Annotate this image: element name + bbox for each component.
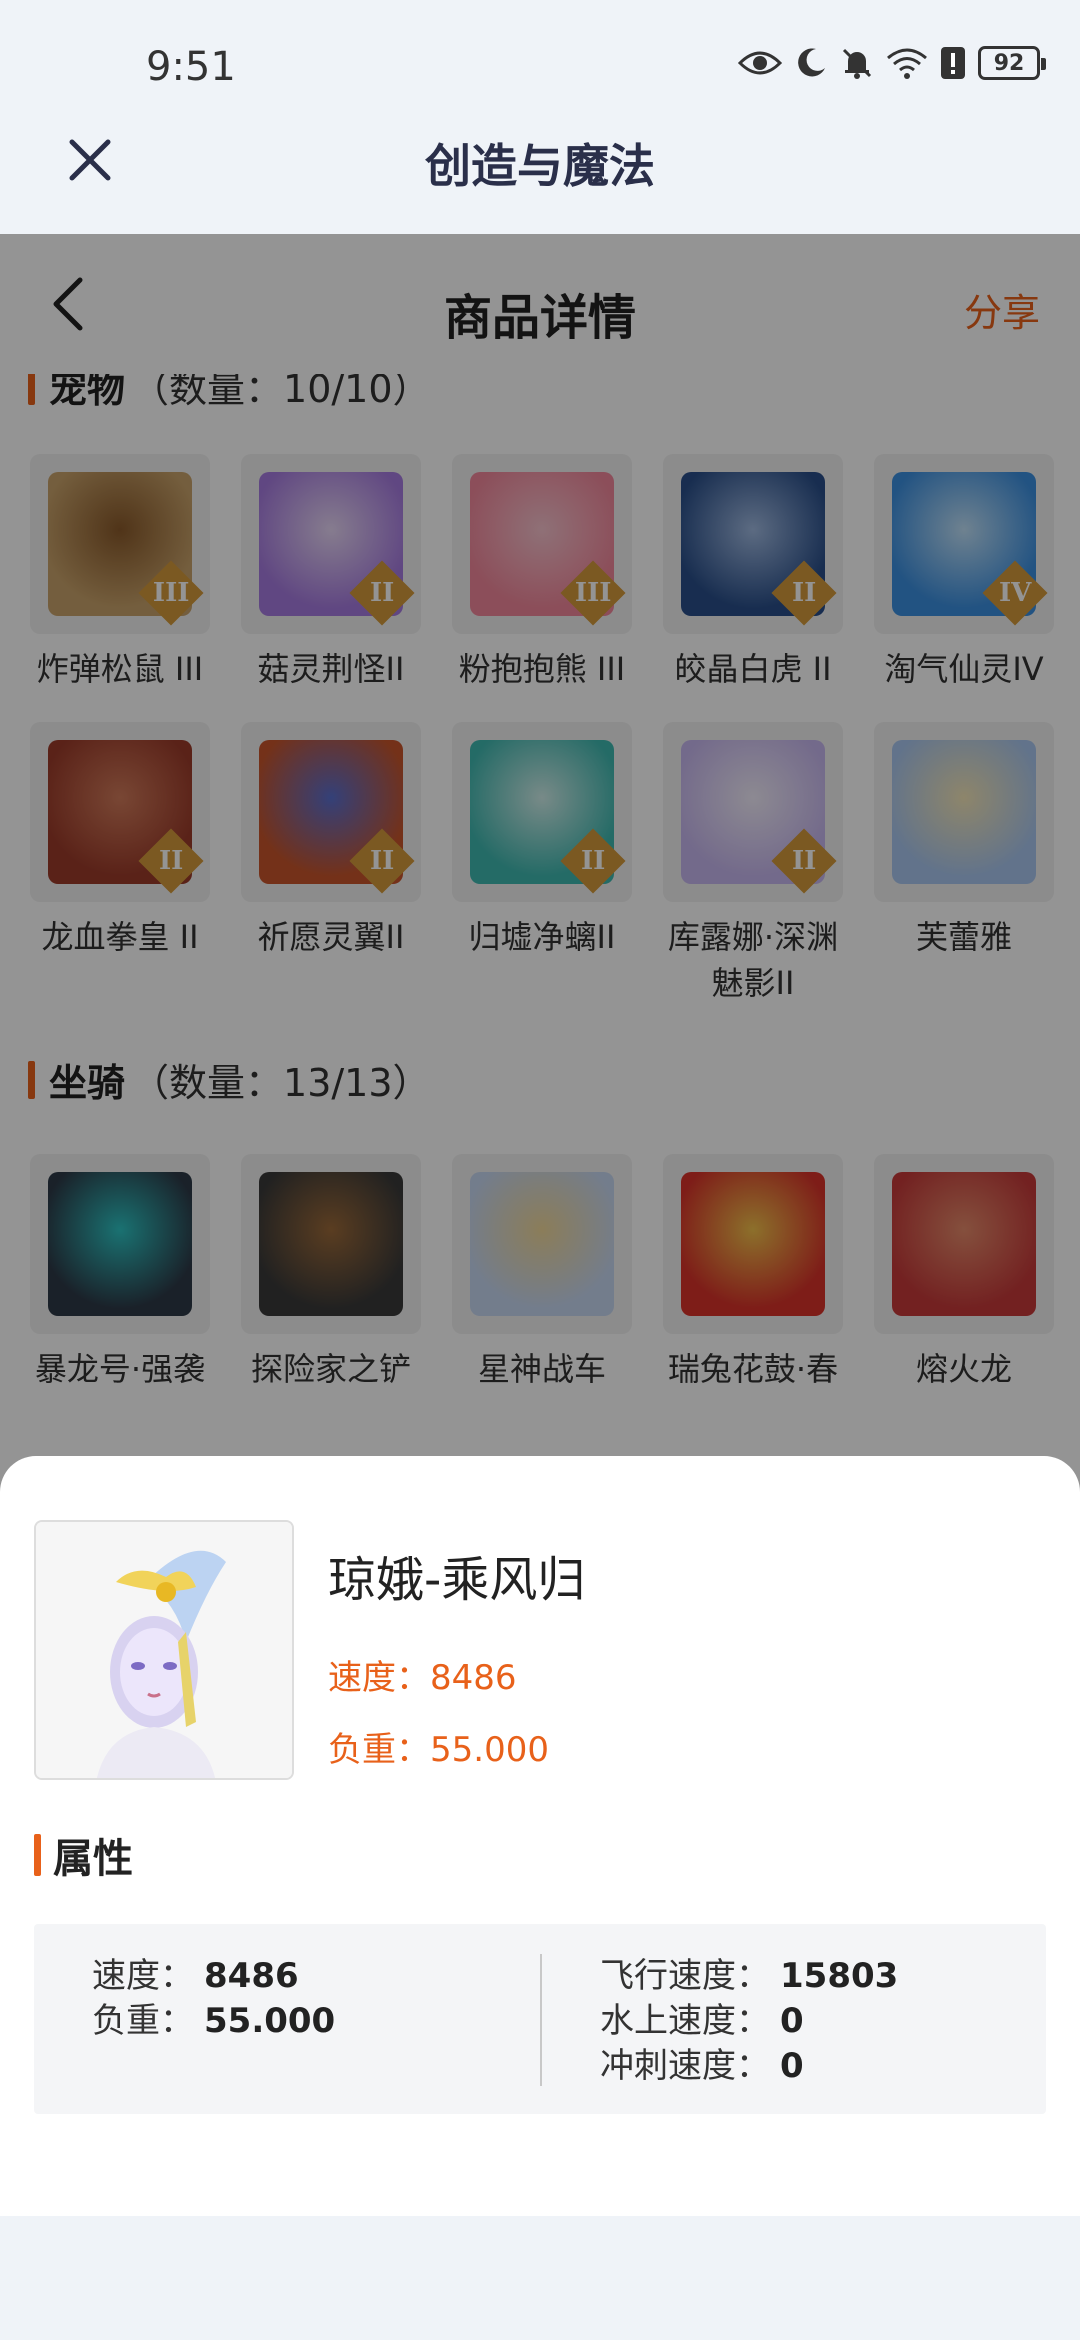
attr-key: 飞行速度： (600, 1956, 770, 1996)
attributes-label: 属性 (53, 1836, 133, 1882)
attr-value: 0 (780, 2001, 804, 2041)
attr-key: 速度： (92, 1956, 194, 1996)
section-accent-bar (34, 1834, 41, 1876)
attr-row: 负重： 55.000 (92, 1999, 335, 2044)
column-divider (540, 1954, 542, 2086)
character-portrait (36, 1522, 292, 1778)
wifi-icon (887, 48, 927, 79)
attr-row: 水上速度： 0 (600, 1999, 898, 2044)
alert-icon (941, 47, 965, 79)
attributes-left-column: 速度： 8486 负重： 55.000 (92, 1954, 335, 2044)
bottom-safe-area (0, 2216, 1080, 2340)
moon-icon (798, 48, 825, 77)
attr-value: 15803 (780, 1956, 899, 1996)
item-image (34, 1520, 294, 1780)
attributes-panel: 速度： 8486 负重： 55.000 飞行速度： 15803 水上速度： 0 冲刺速度… (34, 1924, 1046, 2114)
attr-key: 冲刺速度： (600, 2046, 770, 2086)
attributes-right-column: 飞行速度： 15803 水上速度： 0 冲刺速度： 0 (600, 1954, 898, 2089)
attr-row: 飞行速度： 15803 (600, 1954, 898, 1999)
status-bar: 9:51 92 (0, 0, 1080, 130)
app-bar: 创造与魔法 (0, 130, 1080, 234)
item-name: 琼娥-乘风归 (328, 1552, 586, 1608)
battery-indicator: 92 (978, 46, 1046, 80)
attr-value: 55.000 (204, 2001, 336, 2041)
modal-overlay[interactable] (0, 234, 1080, 1574)
attr-key: 水上速度： (600, 2001, 770, 2041)
item-load: 负重：55.000 (328, 1730, 549, 1770)
item-speed: 速度：8486 (328, 1658, 517, 1698)
attributes-title: 属性 (34, 1826, 133, 1884)
attr-row: 速度： 8486 (92, 1954, 335, 1999)
attr-row: 冲刺速度： 0 (600, 2044, 898, 2089)
attr-value: 8486 (204, 1956, 299, 1996)
attr-key: 负重： (92, 2001, 194, 2041)
bell-muted-icon (842, 48, 872, 79)
eye-icon (738, 51, 782, 75)
status-time: 9:51 (146, 44, 236, 90)
attr-value: 0 (780, 2046, 804, 2086)
status-icons: 92 (738, 46, 1046, 80)
item-detail-sheet: 琼娥-乘风归 速度：8486 负重：55.000 属性 速度： 8486 负重： 5… (0, 1456, 1080, 2216)
app-title: 创造与魔法 (425, 139, 655, 193)
